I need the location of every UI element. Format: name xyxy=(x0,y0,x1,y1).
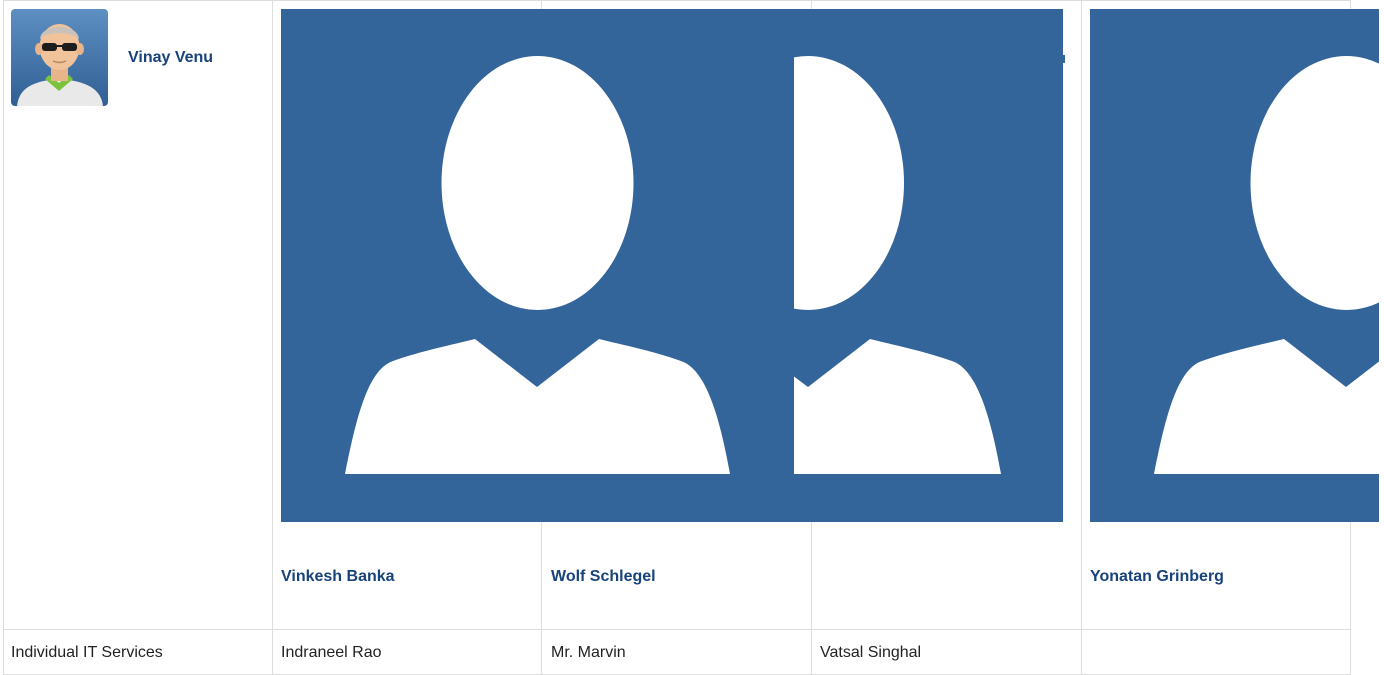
default-user-silhouette-icon xyxy=(1090,9,1379,522)
avatar[interactable] xyxy=(11,9,108,106)
profile-link-vinay-venu[interactable]: Vinay Venu xyxy=(128,49,213,67)
table-cell-text: Vatsal Singhal xyxy=(820,644,922,661)
row-divider xyxy=(3,0,1351,1)
table-cell-text: Mr. Marvin xyxy=(551,644,626,661)
profile-link-vinkesh-banka[interactable]: Vinkesh Banka xyxy=(281,568,395,586)
image-edge-artifact xyxy=(1063,55,1065,63)
avatar[interactable] xyxy=(281,9,794,522)
default-user-silhouette-icon xyxy=(281,9,794,522)
column-divider xyxy=(3,0,4,675)
default-user-silhouette-icon xyxy=(794,9,1063,522)
avatar[interactable] xyxy=(1090,9,1379,522)
column-divider xyxy=(272,0,273,675)
table-cell-text: Individual IT Services xyxy=(11,644,163,661)
custom-avatar-sunglasses-icon xyxy=(11,9,108,106)
avatar[interactable] xyxy=(794,9,1063,522)
column-divider xyxy=(1081,0,1082,675)
table-cell-text: Indraneel Rao xyxy=(281,644,382,661)
row-divider xyxy=(3,629,1351,630)
profile-link-yonatan-grinberg[interactable]: Yonatan Grinberg xyxy=(1090,568,1224,586)
profile-link-wolf-schlegel[interactable]: Wolf Schlegel xyxy=(551,568,656,586)
user-profile-table: Vinay Venu Vinkesh Banka Wolf Schlegel Y… xyxy=(0,0,1384,675)
